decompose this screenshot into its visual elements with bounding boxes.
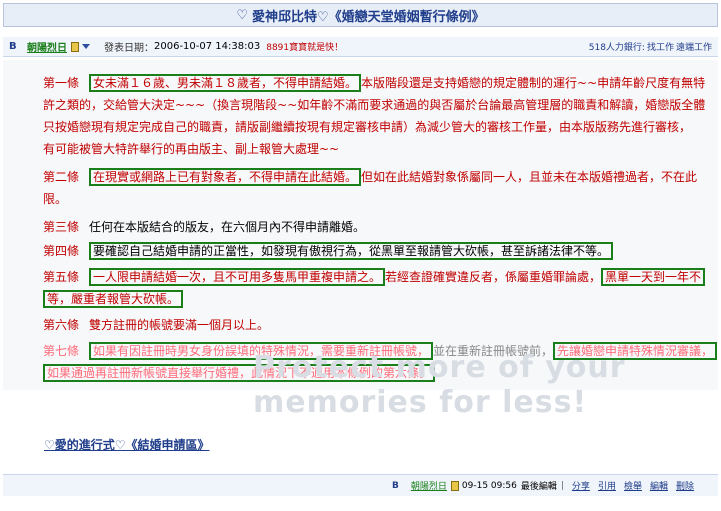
quote-button[interactable]: 引用	[598, 479, 616, 492]
edit-button[interactable]: 編輯	[650, 479, 668, 492]
post-footer: B 朝陽烈日 09-15 09:56 最後編輯 | 分享 引用 檢舉 編輯 刪除	[3, 474, 718, 496]
thread-title: 愛神邱比特♡《婚戀天堂婚姻暫行條例》	[252, 9, 485, 25]
rule-text: 並在重新註冊帳號前，	[433, 344, 554, 358]
rule-number: 第二條	[43, 170, 80, 184]
rule-text: 本版階段還是支持婚戀的規定體制的運行~~申請年齡尺度有無特	[361, 76, 706, 90]
rule-7-line-2: 如果通過再註冊新帳號直接舉行婚禮，此情況下不適用本條例的第六條。	[43, 362, 436, 384]
report-button[interactable]: 檢舉	[624, 479, 642, 492]
date-label: 發表日期：	[104, 43, 154, 54]
rule-2: 第二條 在現實或網路上已有對象者，不得申請在此結婚。 但如在此結婚對象係屬同一人，且…	[43, 166, 697, 188]
rule-4: 第四條 要確認自己結婚申請的正當性，如發現有傲視行為，從黑單至報請管大砍帳，甚至訴…	[43, 240, 614, 262]
rule-highlight: 先讓婚戀申請特殊情況審議，	[553, 342, 718, 360]
thread-title-bar: ♡ 愛神邱比特♡《婚戀天堂婚姻暫行條例》	[3, 3, 718, 27]
rule-text: 雙方註冊的帳號要滿一個月以上。	[89, 318, 270, 332]
rule-1-line-3: 只按婚戀現有規定完成自己的職責，請版副繼續按現有規定審核申請）為減少管大的審核工…	[43, 120, 692, 134]
rule-7: 第七條 如果有因註冊時男女身份誤填的特殊情況，需要重新註冊帳號， 並在重新註冊帳號前…	[43, 340, 718, 362]
author-link[interactable]: 朝陽烈日	[27, 39, 67, 54]
rule-5-line-2: 等，嚴重者報管大砍帳。	[43, 288, 184, 310]
rule-number: 第五條	[43, 270, 80, 284]
rule-5: 第五條 一人限申請結婚一次，且不可用多隻馬甲重複申請之。 若經查證確實違反者，係屬重…	[43, 266, 706, 288]
post-marker: B	[392, 480, 399, 491]
post-header: B 朝陽烈日 發表日期： 2006-10-07 14:38:03 8891寶寶就…	[3, 37, 718, 57]
rule-highlight: 一人限申請結婚一次，且不可用多隻馬甲重複申請之。	[89, 268, 386, 286]
last-edit-label: 最後編輯	[520, 482, 557, 492]
separator: |	[560, 480, 564, 491]
rule-text: 但如在此結婚對象係屬同一人，且並未在本版婚禮過者，不在此	[361, 170, 698, 184]
rule-highlight: 等，嚴重者報管大砍帳。	[43, 290, 184, 308]
footer-author-link[interactable]: 朝陽烈日	[411, 479, 447, 492]
share-button[interactable]: 分享	[572, 479, 590, 492]
rule-highlight: 在現實或網路上已有對象者，不得申請在此結婚。	[89, 168, 362, 186]
dropdown-icon[interactable]	[82, 44, 90, 49]
rule-number: 第四條	[43, 244, 80, 258]
rule-text: 若經查證確實違反者，係屬重婚罪論處，	[385, 270, 602, 284]
delete-button[interactable]: 刪除	[676, 479, 694, 492]
edit-time: 09-15 09:56	[461, 480, 517, 491]
heart-icon: ♡	[236, 7, 248, 23]
rule-number: 第七條	[43, 344, 80, 358]
rule-1: 第一條 女未滿１６歲、男未滿１８歲者，不得申請結婚。 本版階段還是支持婚戀的規定體制…	[43, 72, 705, 94]
ad-text[interactable]: 8891寶寶就是快！	[266, 40, 343, 53]
rule-highlight: 黑單一天到一年不	[601, 268, 706, 286]
rule-highlight: 如果通過再註冊新帳號直接舉行婚禮，此情況下不適用本條例的第六條。	[43, 364, 436, 382]
rule-number: 第六條	[43, 318, 80, 332]
rank-icon	[71, 41, 79, 52]
wedding-application-link[interactable]: ♡愛的進行式♡《結婚申請區》	[44, 436, 210, 453]
remote-job-link[interactable]: 遠端工作	[676, 43, 712, 53]
rule-1-line-4: 有可能被管大特許舉行的再由版主、副上報管大處理~~	[43, 142, 340, 156]
rule-highlight: 要確認自己結婚申請的正當性，如發現有傲視行為，從黑單至報請管大砍帳，甚至訴諸法律…	[89, 242, 614, 260]
rule-highlight: 女未滿１６歲、男未滿１８歲者，不得申請結婚。	[89, 74, 362, 92]
post-date: 2006-10-07 14:38:03	[154, 41, 261, 52]
rule-highlight: 如果有因註冊時男女身份誤填的特殊情況，需要重新註冊帳號，	[89, 342, 434, 360]
rule-number: 第三條	[43, 220, 80, 234]
rule-2-line-2: 限。	[43, 192, 68, 206]
rule-number: 第一條	[43, 76, 80, 90]
post-marker: B	[9, 41, 17, 52]
rule-6: 第六條 雙方註冊的帳號要滿一個月以上。	[43, 314, 269, 336]
rule-3: 第三條 任何在本版結合的版友，在六個月內不得申請離婚。	[43, 216, 365, 238]
job-link[interactable]: 找工作	[647, 43, 674, 53]
rank-icon	[450, 480, 459, 491]
rule-1-line-2: 許之類的，交給管大決定~~~（換言現階段~~如年齡不滿而要求通過的與否屬於台論最…	[43, 98, 706, 112]
rule-text: 任何在本版結合的版友，在六個月內不得申請離婚。	[89, 220, 366, 234]
header-ad-links: 518人力銀行: 找工作 遠端工作	[588, 43, 712, 53]
post-content: 第一條 女未滿１６歲、男未滿１８歲者，不得申請結婚。 本版階段還是支持婚戀的規定體制…	[3, 60, 718, 420]
